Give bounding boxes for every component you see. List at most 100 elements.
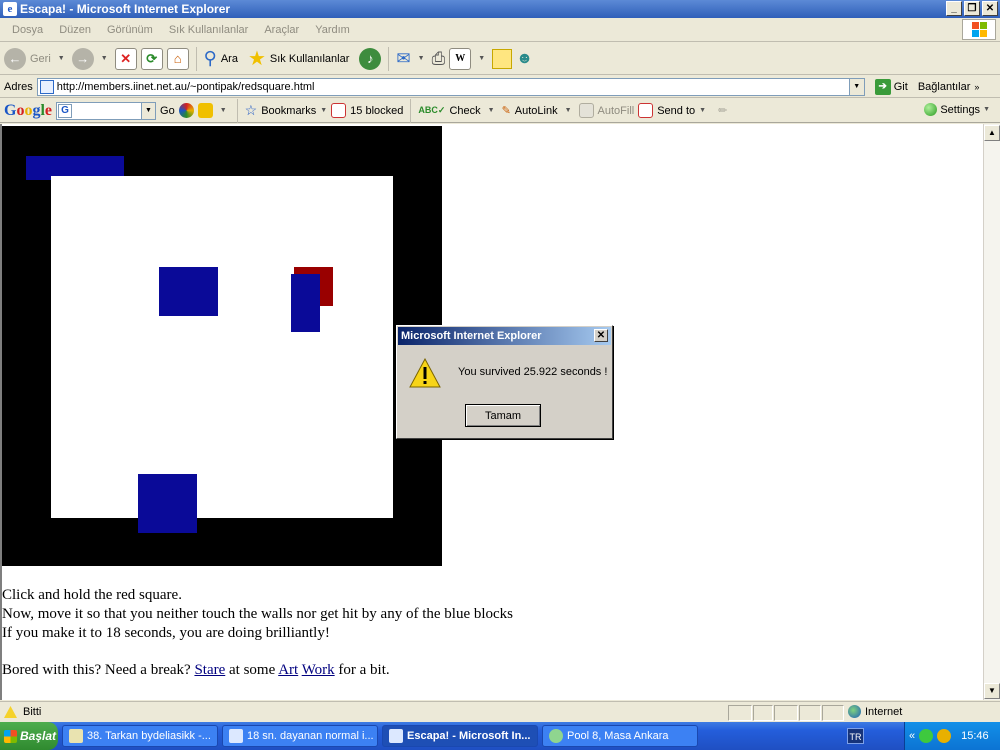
go-button[interactable]: ➔ Git bbox=[874, 78, 908, 95]
bookmarks-button[interactable]: Bookmarks bbox=[261, 105, 316, 117]
links-chevron-icon[interactable]: » bbox=[974, 82, 979, 92]
home-icon[interactable]: ⌂ bbox=[166, 47, 189, 70]
sendto-icon[interactable] bbox=[638, 103, 654, 118]
autolink-dropdown-icon[interactable]: ▼ bbox=[565, 107, 572, 114]
taskbar-item-4[interactable]: Pool 8, Masa Ankara bbox=[542, 725, 698, 747]
google-logo[interactable]: Google bbox=[4, 102, 52, 120]
pagerank-icon[interactable] bbox=[178, 103, 194, 118]
window-title-bar[interactable]: e Escapa! - Microsoft Internet Explorer … bbox=[0, 0, 1000, 18]
edit-dropdown-icon[interactable]: ▼ bbox=[478, 55, 485, 62]
highlight-dropdown-icon[interactable]: ▼ bbox=[220, 107, 227, 114]
spellcheck-icon[interactable]: ABC✓ bbox=[418, 105, 445, 116]
ok-button[interactable]: Tamam bbox=[465, 404, 541, 427]
instruction-line-2: Now, move it so that you neither touch t… bbox=[2, 606, 514, 622]
back-button-label[interactable]: Geri bbox=[30, 53, 51, 65]
settings-label: Settings bbox=[940, 103, 981, 116]
print-icon[interactable]: ⎙ bbox=[432, 49, 446, 69]
popup-blocked-count[interactable]: 15 blocked bbox=[350, 105, 403, 117]
clock[interactable]: 15:46 bbox=[961, 730, 989, 742]
language-indicator[interactable]: TR bbox=[847, 728, 864, 744]
search-button-label[interactable]: Ara bbox=[221, 53, 238, 65]
taskbar-item-label: Escapa! - Microsoft In... bbox=[407, 730, 531, 742]
address-url[interactable]: http://members.iinet.net.au/~pontipak/re… bbox=[57, 81, 315, 93]
menu-view[interactable]: Görünüm bbox=[99, 24, 161, 36]
standard-toolbar: ← Geri ▼ → ▼ ✕ ⟳ ⌂ ⚲ Ara ★ Sık Kullanıla… bbox=[0, 43, 1000, 75]
check-dropdown-icon[interactable]: ▼ bbox=[488, 107, 495, 114]
network-icon[interactable] bbox=[919, 729, 934, 743]
messenger-icon[interactable]: ☻ bbox=[516, 50, 533, 68]
dialog-message: You survived 25.922 seconds ! bbox=[458, 366, 608, 378]
links-button[interactable]: Bağlantılar bbox=[918, 81, 971, 93]
start-button[interactable]: Başlat bbox=[0, 722, 58, 750]
favorites-button-label[interactable]: Sık Kullanılanlar bbox=[270, 53, 350, 65]
mail-dropdown-icon[interactable]: ▼ bbox=[418, 55, 425, 62]
close-button[interactable]: ✕ bbox=[982, 1, 998, 16]
taskbar-item-3[interactable]: Escapa! - Microsoft In... bbox=[382, 725, 538, 747]
address-dropdown-icon[interactable]: ▼ bbox=[848, 78, 864, 95]
restore-button[interactable]: ❐ bbox=[964, 1, 980, 16]
word-edit-icon[interactable]: W bbox=[449, 47, 472, 70]
menu-help[interactable]: Yardım bbox=[307, 24, 358, 36]
scroll-up-icon[interactable]: ▲ bbox=[984, 125, 1000, 141]
google-go-button[interactable]: Go bbox=[160, 105, 175, 117]
bookmarks-dropdown-icon[interactable]: ▼ bbox=[320, 107, 327, 114]
autofill-button[interactable]: AutoFill bbox=[598, 105, 635, 117]
internet-globe-icon bbox=[848, 705, 861, 718]
art-link[interactable]: Art bbox=[278, 662, 298, 678]
menu-tools[interactable]: Araçlar bbox=[256, 24, 307, 36]
status-pane bbox=[774, 705, 798, 721]
google-search-input[interactable]: G ▼ bbox=[56, 101, 157, 120]
address-input[interactable]: http://members.iinet.net.au/~pontipak/re… bbox=[36, 77, 865, 96]
autofill-icon[interactable] bbox=[578, 103, 594, 118]
warning-triangle-icon bbox=[409, 358, 441, 388]
taskbar-item-2[interactable]: 18 sn. dayanan normal i... bbox=[222, 725, 378, 747]
stop-icon[interactable]: ✕ bbox=[114, 47, 137, 70]
search-icon[interactable]: ⚲ bbox=[204, 48, 217, 69]
stare-link[interactable]: Stare bbox=[194, 662, 225, 678]
popup-blocker-icon[interactable] bbox=[331, 103, 347, 118]
mail-icon[interactable]: ✉ bbox=[396, 49, 410, 69]
menu-edit[interactable]: Düzen bbox=[51, 24, 99, 36]
tray-chevron-icon[interactable]: « bbox=[909, 730, 915, 742]
security-zone[interactable]: Internet bbox=[848, 705, 902, 718]
forward-arrow-icon[interactable]: → bbox=[71, 47, 94, 70]
back-arrow-icon[interactable]: ← bbox=[4, 47, 26, 70]
messenger-tray-icon[interactable] bbox=[937, 729, 952, 743]
google-g-icon[interactable]: G bbox=[58, 103, 73, 118]
game-icon bbox=[549, 729, 563, 743]
back-dropdown-icon[interactable]: ▼ bbox=[58, 55, 65, 62]
status-text: Bitti bbox=[23, 706, 42, 718]
highlight-icon[interactable] bbox=[197, 103, 213, 118]
taskbar-item-1[interactable]: 38. Tarkan bydeliasikk -... bbox=[62, 725, 218, 747]
sendto-dropdown-icon[interactable]: ▼ bbox=[699, 107, 706, 114]
game-play-area bbox=[51, 176, 393, 518]
dialog-close-button[interactable]: ✕ bbox=[594, 329, 608, 342]
instruction-line-3: If you make it to 18 seconds, you are do… bbox=[2, 625, 330, 641]
favorites-star-icon[interactable]: ★ bbox=[248, 46, 266, 71]
scroll-down-icon[interactable]: ▼ bbox=[984, 683, 1000, 699]
forward-dropdown-icon[interactable]: ▼ bbox=[101, 55, 108, 62]
discuss-icon[interactable] bbox=[492, 48, 513, 69]
autolink-wand-icon[interactable]: ✎ bbox=[502, 104, 511, 117]
media-icon[interactable]: ♪ bbox=[359, 47, 382, 70]
google-search-dropdown-icon[interactable]: ▼ bbox=[141, 102, 156, 119]
taskbar-item-label: 18 sn. dayanan normal i... bbox=[247, 730, 374, 742]
ie-page-icon bbox=[229, 729, 243, 743]
autolink-button[interactable]: AutoLink bbox=[515, 105, 558, 117]
settings-button[interactable]: Settings ▼ bbox=[924, 103, 990, 116]
taskbar-item-label: Pool 8, Masa Ankara bbox=[567, 730, 669, 742]
instruction-line-1: Click and hold the red square. bbox=[2, 587, 182, 603]
go-arrow-icon: ➔ bbox=[874, 78, 891, 95]
work-link[interactable]: Work bbox=[302, 662, 335, 678]
minimize-button[interactable]: _ bbox=[946, 1, 962, 16]
bookmark-star-icon[interactable]: ☆ bbox=[245, 102, 258, 119]
dialog-title-bar[interactable]: Microsoft Internet Explorer ✕ bbox=[398, 327, 611, 345]
menu-favorites[interactable]: Sık Kullanılanlar bbox=[161, 24, 257, 36]
check-button[interactable]: Check bbox=[449, 105, 480, 117]
address-bar: Adres http://members.iinet.net.au/~ponti… bbox=[0, 76, 1000, 98]
vertical-scrollbar[interactable]: ▲ ▼ bbox=[983, 124, 1000, 700]
menu-file[interactable]: Dosya bbox=[4, 24, 51, 36]
sendto-button[interactable]: Send to bbox=[657, 105, 695, 117]
refresh-icon[interactable]: ⟳ bbox=[140, 47, 163, 70]
pencil-icon[interactable]: ✏ bbox=[718, 104, 727, 117]
